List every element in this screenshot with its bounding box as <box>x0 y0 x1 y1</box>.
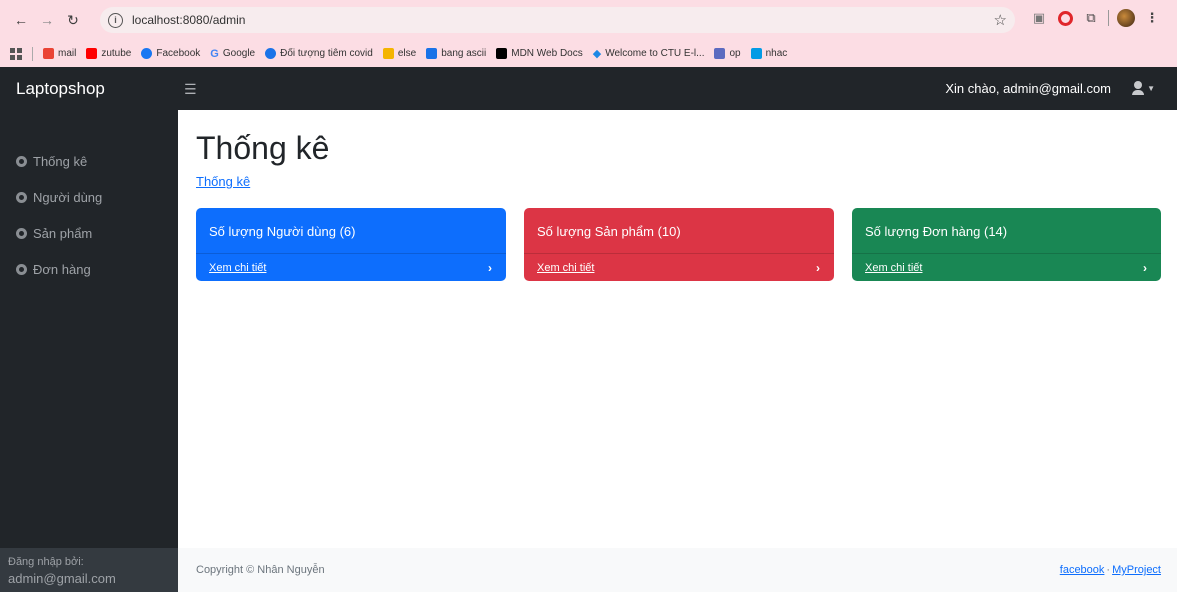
extension-icon[interactable]: ▣ <box>1030 9 1048 27</box>
chevron-right-icon: › <box>816 260 820 275</box>
music-icon <box>750 48 762 59</box>
op-icon <box>714 48 726 59</box>
reload-icon[interactable]: ↻ <box>62 9 84 31</box>
dashboard-icon <box>16 263 27 275</box>
bookmark-mdn[interactable]: MDN Web Docs <box>496 48 583 59</box>
user-greeting: Xin chào, admin@gmail.com <box>945 81 1111 96</box>
sidebar-toggle-icon[interactable]: ☰ <box>184 81 197 98</box>
extensions-area: ▣ ⧉ ⋮ <box>1030 9 1161 27</box>
view-details-link[interactable]: Xem chi tiết <box>537 262 594 274</box>
logged-in-label: Đăng nhập bởi: <box>8 556 84 568</box>
brand-logo[interactable]: Laptopshop <box>16 67 105 110</box>
bookmark-zutube[interactable]: zutube <box>86 48 131 59</box>
url-text: localhost:8080/admin <box>132 13 246 27</box>
card-footer[interactable]: Xem chi tiết › <box>196 253 506 281</box>
card-products: Số lượng Sản phẩm (10) Xem chi tiết › <box>524 208 834 281</box>
sidebar-item-nguoi-dung[interactable]: Người dùng <box>16 187 102 207</box>
address-bar[interactable]: i localhost:8080/admin ☆ <box>100 7 1015 33</box>
page-title: Thống kê <box>196 130 330 166</box>
puzzle-icon[interactable]: ⧉ <box>1082 9 1100 27</box>
ascii-icon <box>426 48 438 59</box>
bookmarks-divider <box>32 46 33 61</box>
dashboard-icon <box>16 227 27 239</box>
app-navbar: Laptopshop ☰ Xin chào, admin@gmail.com ▼ <box>0 67 1177 110</box>
folder-icon <box>382 48 394 59</box>
sidebar-item-thong-ke[interactable]: Thống kê <box>16 151 87 171</box>
bookmark-mail[interactable]: mail <box>43 48 76 59</box>
bookmarks-bar: mail zutube Facebook G Google Đối tượng t… <box>0 40 1177 67</box>
dashboard-icon <box>16 191 27 203</box>
copyright-text: Copyright © Nhân Nguyễn <box>196 564 325 576</box>
caret-down-icon: ▼ <box>1147 83 1155 93</box>
card-title: Số lượng Đơn hàng (14) <box>865 224 1008 239</box>
card-title: Số lượng Sản phẩm (10) <box>537 224 681 239</box>
back-arrow-icon[interactable]: ← <box>10 9 32 31</box>
google-icon: G <box>210 47 219 60</box>
bookmark-google[interactable]: G Google <box>210 48 255 60</box>
mdn-icon <box>496 48 508 59</box>
facebook-link[interactable]: facebook <box>1060 564 1105 576</box>
chevron-right-icon: › <box>488 260 492 275</box>
card-footer[interactable]: Xem chi tiết › <box>852 253 1161 281</box>
bookmark-else[interactable]: else <box>382 48 416 59</box>
sidebar: Thống kê Người dùng Sản phẩm Đơn hàng Đă… <box>0 110 178 592</box>
bookmark-star-icon[interactable]: ☆ <box>994 11 1007 29</box>
view-details-link[interactable]: Xem chi tiết <box>865 262 922 274</box>
globe-icon <box>265 48 277 59</box>
card-title: Số lượng Người dùng (6) <box>209 224 356 239</box>
logged-in-user: admin@gmail.com <box>8 571 116 586</box>
myproject-link[interactable]: MyProject <box>1112 564 1161 576</box>
main-content: Thống kê Thống kê Số lượng Người dùng (6… <box>178 110 1177 592</box>
user-icon <box>1132 81 1145 95</box>
bookmark-bang-ascii[interactable]: bang ascii <box>426 48 486 59</box>
sidebar-item-don-hang[interactable]: Đơn hàng <box>16 259 91 279</box>
sidebar-footer: Đăng nhập bởi: admin@gmail.com <box>0 548 178 592</box>
dashboard-icon <box>16 155 27 167</box>
bookmark-covid[interactable]: Đối tượng tiêm covid <box>265 48 373 59</box>
site-info-icon[interactable]: i <box>108 12 123 28</box>
forward-arrow-icon[interactable]: → <box>36 9 58 31</box>
page-footer: Copyright © Nhân Nguyễn facebook · MyProje… <box>178 548 1177 592</box>
toolbar-divider <box>1108 10 1109 26</box>
profile-avatar-icon[interactable] <box>1117 9 1135 27</box>
youtube-icon <box>86 48 98 59</box>
apps-grid-icon[interactable] <box>10 47 22 60</box>
kebab-menu-icon[interactable]: ⋮ <box>1143 9 1161 27</box>
footer-separator: · <box>1106 564 1111 576</box>
facebook-icon <box>141 48 153 59</box>
ctu-icon: ◆ <box>592 48 602 60</box>
gmail-icon <box>43 48 54 59</box>
card-orders: Số lượng Đơn hàng (14) Xem chi tiết › <box>852 208 1161 281</box>
bookmark-op[interactable]: op <box>714 48 741 59</box>
card-users: Số lượng Người dùng (6) Xem chi tiết › <box>196 208 506 281</box>
view-details-link[interactable]: Xem chi tiết <box>209 262 266 274</box>
breadcrumb[interactable]: Thống kê <box>196 174 250 189</box>
sidebar-item-san-pham[interactable]: Sản phẩm <box>16 223 92 243</box>
chevron-right-icon: › <box>1143 260 1147 275</box>
user-menu-dropdown[interactable]: ▼ <box>1132 81 1155 95</box>
bookmark-facebook[interactable]: Facebook <box>141 48 200 59</box>
browser-toolbar: ← → ↻ i localhost:8080/admin ☆ ▣ ⧉ ⋮ <box>0 0 1177 40</box>
bookmark-nhac[interactable]: nhac <box>750 48 787 59</box>
footer-links: facebook · MyProject <box>1060 564 1161 576</box>
bookmark-ctu[interactable]: ◆ Welcome to CTU E-l... <box>593 47 705 60</box>
card-footer[interactable]: Xem chi tiết › <box>524 253 834 281</box>
opera-icon[interactable] <box>1056 9 1074 27</box>
